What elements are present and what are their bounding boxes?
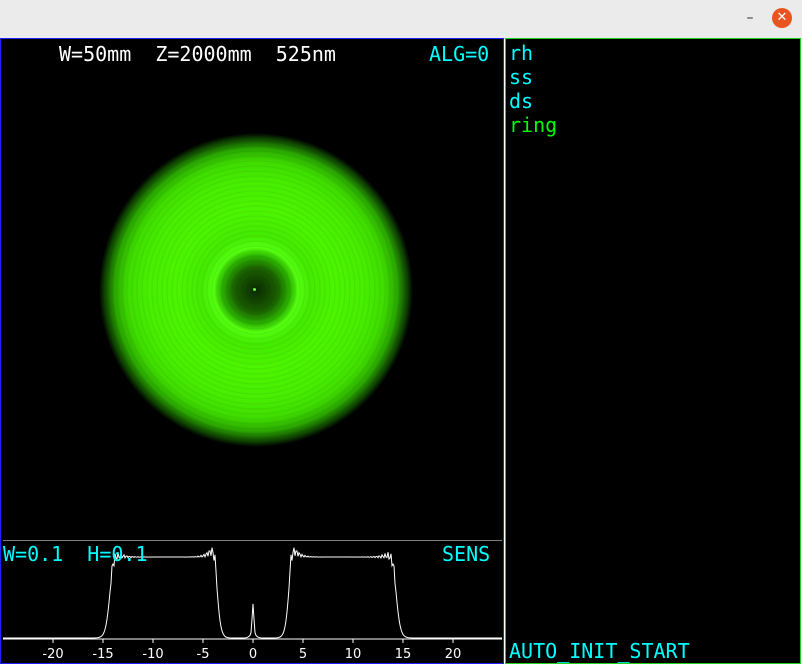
x-tick-label: 20 (445, 647, 462, 662)
x-tick-label: -15 (92, 647, 113, 662)
status-line: AUTO_INIT_START (509, 639, 690, 663)
minimize-button[interactable]: – (740, 8, 760, 28)
x-tick-label: -20 (42, 647, 63, 662)
command-item-ds[interactable]: ds (509, 89, 533, 113)
x-tick-label: -10 (142, 647, 163, 662)
command-panel: rh ss ds ring AUTO_INIT_START (505, 38, 801, 664)
plot-mode-label: SENS (442, 542, 491, 566)
x-tick-label: -5 (197, 647, 210, 662)
algorithm-indicator: ALG=0 (429, 42, 490, 66)
command-item-ss[interactable]: ss (509, 65, 533, 89)
x-tick-label: 5 (299, 647, 307, 662)
x-tick-label: 0 (249, 647, 257, 662)
plot-window-size: W=0.1 H=0.1 (3, 542, 148, 566)
simulation-params: W=50mm Z=2000mm 525nm (59, 42, 336, 66)
close-button[interactable]: ✕ (772, 8, 792, 28)
x-tick-label: 15 (395, 647, 412, 662)
command-item-ring[interactable]: ring (509, 113, 557, 137)
x-tick-label: 10 (345, 647, 362, 662)
command-item-rh[interactable]: rh (509, 41, 533, 65)
diffraction-view-panel: W=50mm Z=2000mm 525nm ALG=0 -20 -15 -10 -5 0… (0, 38, 504, 664)
title-bar: – ✕ (0, 0, 802, 39)
ring-fringes (99, 133, 413, 447)
central-spot (253, 288, 256, 291)
